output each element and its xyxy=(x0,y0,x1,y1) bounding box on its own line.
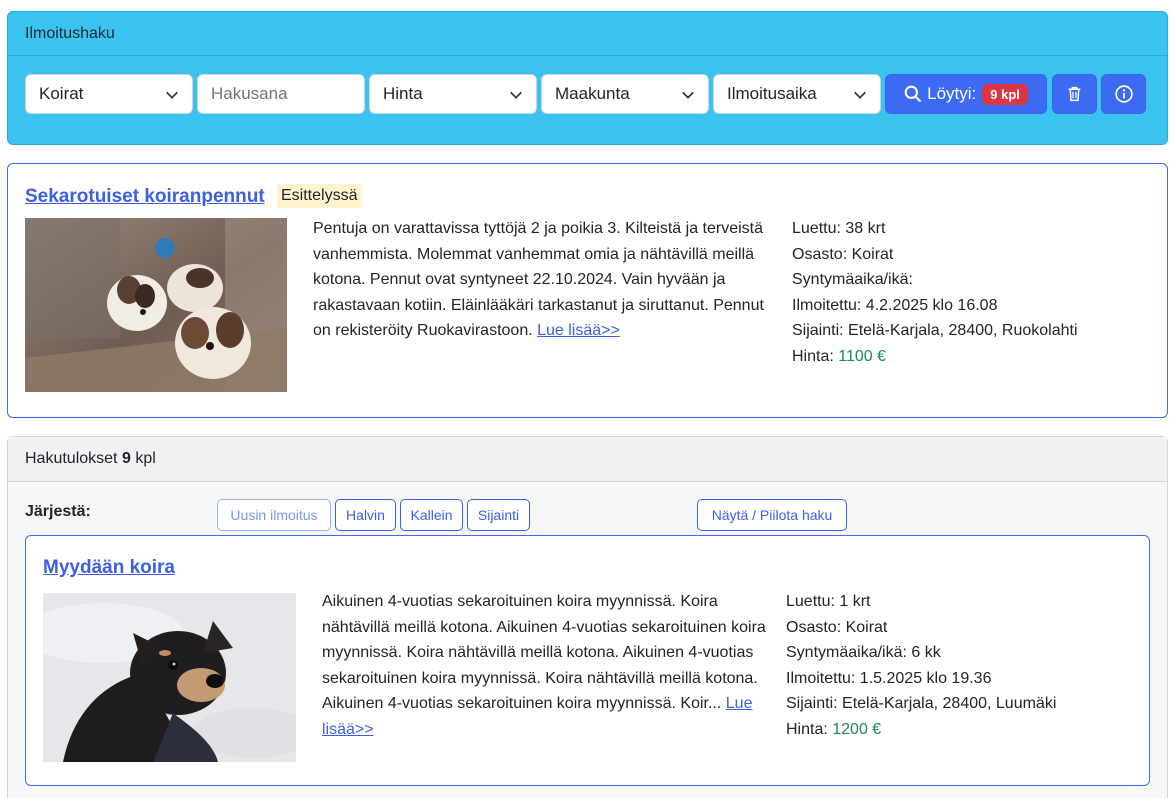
listing-description-text: Aikuinen 4-vuotias sekaroituinen koira m… xyxy=(322,593,766,713)
listing-section: Osasto: Koirat xyxy=(786,618,888,636)
search-header: Ilmoitushaku xyxy=(8,12,1167,56)
info-icon xyxy=(1114,85,1133,103)
category-select[interactable]: Koirat xyxy=(25,74,193,114)
featured-price-row: Hinta: 1100 € xyxy=(792,344,1152,370)
chevron-down-icon xyxy=(510,91,522,99)
results-panel: Hakutulokset 9 kpl Järjestä: Uusin ilmoi… xyxy=(7,436,1168,798)
listing-price: 1200 € xyxy=(832,720,882,738)
search-button[interactable]: Löytyi: 9 kpl xyxy=(885,74,1047,114)
region-value: Maakunta xyxy=(555,84,630,103)
listing-price-label: Hinta: xyxy=(786,720,828,738)
listing-location: Sijainti: Etelä-Karjala, 28400, Luumäki xyxy=(786,695,1057,713)
featured-birth: Syntymäaika/ikä: xyxy=(792,271,913,289)
results-unit: kpl xyxy=(135,450,156,467)
found-count-badge: 9 kpl xyxy=(982,83,1028,105)
featured-tag: Esittelyssä xyxy=(277,184,362,208)
results-header: Hakutulokset 9 kpl xyxy=(8,437,1167,482)
search-icon xyxy=(904,85,922,103)
info-button[interactable] xyxy=(1101,74,1146,114)
featured-listing: Sekarotuiset koiranpennut Esittelyssä Pe… xyxy=(7,163,1168,418)
featured-meta: Luettu: 38 krt Osasto: Koirat Syntymäaik… xyxy=(792,216,1152,370)
featured-read-more-link[interactable]: Lue lisää>> xyxy=(537,322,620,339)
featured-posted: Ilmoitettu: 4.2.2025 klo 16.08 xyxy=(792,296,998,314)
listing-read-count: Luettu: 1 krt xyxy=(786,593,871,610)
sort-most-expensive-button[interactable]: Kallein xyxy=(400,499,463,531)
listing-meta: Luettu: 1 krt Osasto: Koirat Syntymäaika… xyxy=(786,589,1136,743)
keyword-input[interactable]: Hakusana xyxy=(197,74,365,114)
listing-description: Aikuinen 4-vuotias sekaroituinen koira m… xyxy=(322,589,767,743)
results-count: 9 xyxy=(121,450,131,467)
listing-birth: Syntymäaika/ikä: 6 kk xyxy=(786,644,941,662)
featured-image[interactable] xyxy=(25,218,287,392)
results-label: Hakutulokset xyxy=(25,450,118,467)
sort-newest-button[interactable]: Uusin ilmoitus xyxy=(217,499,331,531)
featured-read-count: Luettu: 38 krt xyxy=(792,220,886,237)
listing-price-row: Hinta: 1200 € xyxy=(786,717,1136,743)
category-value: Koirat xyxy=(39,84,84,103)
date-value: Ilmoitusaika xyxy=(727,84,817,103)
sort-location-button[interactable]: Sijainti xyxy=(467,499,530,531)
price-select[interactable]: Hinta xyxy=(369,74,537,114)
toggle-search-button[interactable]: Näytä / Piilota haku xyxy=(697,499,847,531)
featured-description: Pentuja on varattavissa tyttöjä 2 ja poi… xyxy=(313,216,768,344)
listing-image[interactable] xyxy=(43,593,296,762)
puppies-photo xyxy=(25,218,287,392)
listing-posted: Ilmoitettu: 1.5.2025 klo 19.36 xyxy=(786,669,992,687)
clear-button[interactable] xyxy=(1052,74,1097,114)
chevron-down-icon xyxy=(166,91,178,99)
featured-location: Sijainti: Etelä-Karjala, 28400, Ruokolah… xyxy=(792,322,1078,340)
chevron-down-icon xyxy=(854,91,866,99)
sort-label: Järjestä: xyxy=(25,503,91,520)
region-select[interactable]: Maakunta xyxy=(541,74,709,114)
keyword-placeholder: Hakusana xyxy=(211,84,288,103)
listing-title-link[interactable]: Myydään koira xyxy=(43,557,175,579)
chevron-down-icon xyxy=(682,91,694,99)
search-panel: Ilmoitushaku Koirat Hakusana Hinta Maaku… xyxy=(7,11,1168,145)
date-select[interactable]: Ilmoitusaika xyxy=(713,74,881,114)
listing-card: Myydään koira Aikuinen 4-vuotias sekaroi… xyxy=(25,535,1150,786)
sort-cheapest-button[interactable]: Halvin xyxy=(335,499,396,531)
trash-icon xyxy=(1068,86,1081,102)
featured-price: 1100 € xyxy=(838,347,886,365)
featured-section: Osasto: Koirat xyxy=(792,245,894,263)
price-value: Hinta xyxy=(383,84,423,103)
search-button-label: Löytyi: xyxy=(927,84,977,103)
dog-photo xyxy=(43,593,296,762)
featured-title-link[interactable]: Sekarotuiset koiranpennut xyxy=(25,186,265,208)
featured-price-label: Hinta: xyxy=(792,347,834,365)
